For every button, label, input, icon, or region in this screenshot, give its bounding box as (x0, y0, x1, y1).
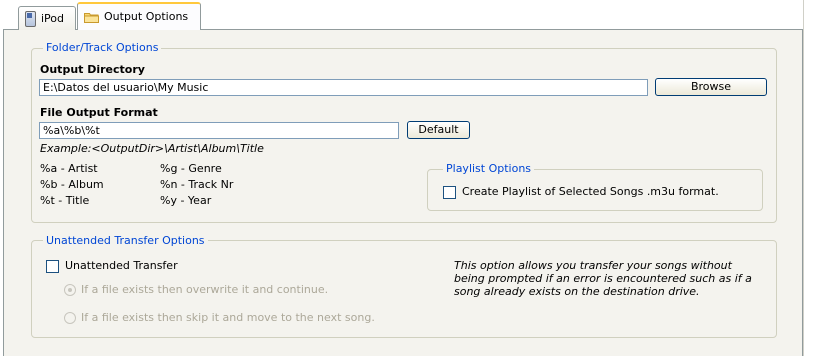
overwrite-radio-label: If a file exists then overwrite it and c… (81, 283, 329, 296)
overwrite-radio[interactable] (64, 284, 76, 296)
code-artist: %a - Artist (40, 162, 98, 175)
create-playlist-label: Create Playlist of Selected Songs .m3u f… (462, 185, 719, 198)
output-directory-input[interactable]: E:\Datos del usuario\My Music (39, 79, 648, 96)
output-directory-label: Output Directory (40, 63, 145, 76)
unattended-transfer-label: Unattended Transfer (65, 259, 178, 272)
unattended-description-line-2: being prompted if an error is encountere… (454, 272, 752, 285)
folder-track-legend: Folder/Track Options (43, 41, 162, 55)
unattended-transfer-checkbox[interactable] (46, 260, 59, 273)
tab-label: iPod (41, 11, 65, 25)
tab-label: Output Options (104, 10, 189, 23)
code-year: %y - Year (160, 194, 212, 207)
browse-button[interactable]: Browse (655, 78, 767, 96)
folder-icon (84, 12, 99, 23)
code-title: %t - Title (40, 194, 90, 207)
unattended-description-line-1: This option allows you transfer your son… (454, 259, 732, 272)
create-playlist-checkbox[interactable] (443, 186, 456, 199)
code-album: %b - Album (40, 178, 104, 191)
tab-ipod[interactable]: iPod (18, 6, 76, 30)
code-track-nr: %n - Track Nr (160, 178, 234, 191)
skip-radio[interactable] (64, 312, 76, 324)
playlist-legend: Playlist Options (443, 162, 535, 176)
code-genre: %g - Genre (160, 162, 222, 175)
file-format-label: File Output Format (40, 106, 158, 119)
skip-radio-label: If a file exists then skip it and move t… (81, 311, 375, 324)
default-button[interactable]: Default (407, 121, 470, 139)
unattended-legend: Unattended Transfer Options (43, 234, 208, 248)
unattended-description-line-3: song already exists on the destination d… (454, 285, 700, 298)
window-edge (803, 0, 813, 356)
tab-output-options[interactable]: Output Options (77, 2, 201, 30)
example-text: Example:<OutputDir>\Artist\Album\Title (40, 142, 264, 155)
ipod-icon (25, 10, 36, 27)
file-format-input[interactable]: %a\%b\%t (39, 122, 399, 139)
